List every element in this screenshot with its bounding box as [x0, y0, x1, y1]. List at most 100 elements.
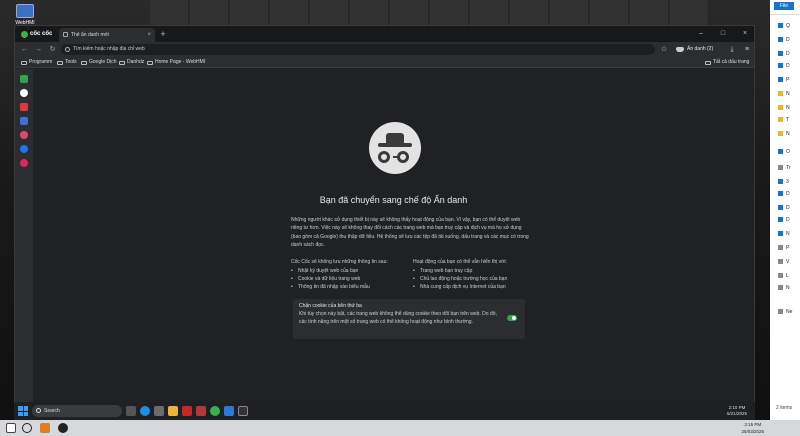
file-explorer-icon[interactable]: [168, 406, 178, 416]
folder-icon: [778, 245, 783, 251]
hat-brim-shape: [378, 143, 412, 147]
close-tab-icon[interactable]: ×: [147, 28, 151, 42]
explorer-nav-label: N: [786, 91, 790, 97]
back-icon[interactable]: ←: [19, 44, 30, 55]
inner-date: 5/21/2025: [726, 411, 747, 416]
all-bookmarks[interactable]: Tất cả dấu trang: [705, 57, 749, 68]
new-tab-button[interactable]: +: [157, 28, 169, 40]
cookie-description: Khi tùy chọn này bật, các trang web khôn…: [299, 311, 497, 325]
explorer-nav-item[interactable]: L: [778, 272, 800, 280]
download-icon[interactable]: ⤓: [727, 44, 737, 55]
app-icon[interactable]: [196, 406, 206, 416]
explorer-nav-item[interactable]: N: [778, 230, 800, 238]
explorer-nav-item[interactable]: V: [778, 258, 800, 266]
inner-clock: 2:10 PM 5/21/2025: [727, 405, 747, 417]
minimize-icon[interactable]: –: [694, 28, 708, 40]
explorer-nav-item[interactable]: 3: [778, 178, 800, 186]
explorer-nav-label: P: [786, 77, 790, 83]
media-player-icon[interactable]: [58, 423, 68, 433]
app-icon[interactable]: [154, 406, 164, 416]
star-bookmark-icon[interactable]: ☆: [659, 44, 669, 55]
file-menu-tab[interactable]: File: [774, 2, 794, 10]
app-icon[interactable]: [40, 423, 50, 433]
incognito-profile-button[interactable]: Ẩn danh (2): [676, 44, 713, 55]
list-item: Thông tin đã nhập vào biểu mẫu: [291, 284, 401, 292]
search-icon[interactable]: [22, 423, 32, 433]
bookmark-label: Home Page - WebHMI: [155, 59, 206, 65]
explorer-nav-label: N: [786, 131, 790, 137]
explorer-nav-item[interactable]: D: [778, 36, 800, 44]
desktop-icon-webhmi[interactable]: WebHMI: [10, 4, 40, 26]
menu-icon[interactable]: ≡: [742, 44, 752, 55]
vscode-icon[interactable]: [224, 406, 234, 416]
instagram-icon[interactable]: [20, 131, 28, 139]
explorer-nav-item[interactable]: N: [778, 130, 800, 138]
visible-to-heading: Hoạt động của bạn có thể vẫn hiển thị vớ…: [413, 259, 507, 265]
folder-icon: [778, 205, 783, 211]
block-cookies-toggle[interactable]: [507, 315, 517, 321]
explorer-nav-label: V: [786, 259, 790, 265]
glasses-right-shape: [397, 151, 409, 163]
browser-window: cốc cốc Thẻ ẩn danh mới × + – □ × ← → ↻ …: [14, 25, 755, 403]
windows-start-icon[interactable]: [18, 406, 28, 416]
outer-clock: 3:15 PM 25/03/2025: [741, 421, 764, 435]
explorer-nav-item[interactable]: O: [778, 148, 800, 156]
windows-start-icon[interactable]: [6, 423, 16, 433]
maximize-icon[interactable]: □: [716, 28, 730, 40]
explorer-nav-item[interactable]: D: [778, 62, 800, 70]
close-window-icon[interactable]: ×: [738, 28, 752, 40]
coccoc-taskbar-icon[interactable]: [210, 406, 220, 416]
explorer-nav-item[interactable]: Ne: [778, 308, 800, 316]
youtube-icon[interactable]: [20, 103, 28, 111]
visible-to-section: Hoạt động của bạn có thể vẫn hiển thị vớ…: [413, 259, 533, 291]
forward-icon[interactable]: →: [33, 44, 44, 55]
folder-icon: [778, 77, 783, 83]
explorer-nav-item[interactable]: N: [778, 90, 800, 98]
tab-incognito[interactable]: Thẻ ẩn danh mới ×: [59, 28, 155, 42]
teams-icon[interactable]: [20, 117, 28, 125]
bookmark-folder[interactable]: Tools: [57, 57, 77, 68]
explorer-nav-label: N: [786, 285, 790, 291]
incognito-page: Bạn đã chuyển sang chế độ Ẩn danh Những …: [33, 69, 754, 402]
explorer-nav-item[interactable]: Tr: [778, 164, 800, 172]
terminal-icon[interactable]: [238, 406, 248, 416]
list-item: Trang web bạn truy cập: [413, 268, 533, 276]
intro-text: Những người khác sử dụng thiết bị này sẽ…: [291, 217, 529, 249]
chat-icon[interactable]: [20, 75, 28, 83]
reload-icon[interactable]: ↻: [47, 44, 58, 55]
folder-icon: [778, 91, 783, 97]
bookmark-folder[interactable]: Programm: [21, 57, 52, 68]
toggle-knob: [512, 316, 516, 320]
folder-icon: [705, 60, 711, 65]
explorer-nav-item[interactable]: D: [778, 204, 800, 212]
app-icon[interactable]: [182, 406, 192, 416]
address-bar[interactable]: Tìm kiếm hoặc nhập địa chỉ web: [61, 44, 655, 55]
explorer-nav-item[interactable]: Q: [778, 22, 800, 30]
explorer-nav-item[interactable]: N: [778, 284, 800, 292]
explorer-nav-item[interactable]: D: [778, 216, 800, 224]
folder-icon: [119, 60, 125, 65]
taskbar-search[interactable]: Search: [32, 405, 122, 417]
explorer-nav-item[interactable]: D: [778, 50, 800, 58]
pinterest-icon[interactable]: [20, 159, 28, 167]
explorer-nav-item[interactable]: T: [778, 116, 800, 124]
explorer-nav-item[interactable]: D: [778, 190, 800, 198]
folder-icon: [778, 259, 783, 265]
bookmark-label: Danhdz: [127, 59, 145, 65]
bookmark-label: Tools: [65, 59, 77, 65]
edge-icon[interactable]: [140, 406, 150, 416]
facebook-icon[interactable]: [20, 145, 28, 153]
coccoc-logo[interactable]: cốc cốc: [21, 29, 52, 39]
task-view-icon[interactable]: [126, 406, 136, 416]
explorer-nav-item[interactable]: P: [778, 244, 800, 252]
explorer-nav-item[interactable]: P: [778, 76, 800, 84]
bookmark-folder[interactable]: Danhdz: [119, 57, 144, 68]
explorer-nav-label: Q: [786, 23, 790, 29]
list-item: Nhà cung cấp dịch vụ Internet của bạn: [413, 284, 533, 292]
explorer-nav-label: D: [786, 37, 790, 43]
bookmark-label: Tất cả dấu trang: [713, 59, 750, 65]
bookmark-link[interactable]: Home Page - WebHMI: [147, 57, 205, 68]
bookmark-link[interactable]: Google Dịch: [81, 57, 117, 68]
explorer-nav-item[interactable]: N: [778, 104, 800, 112]
messenger-icon[interactable]: [20, 89, 28, 97]
